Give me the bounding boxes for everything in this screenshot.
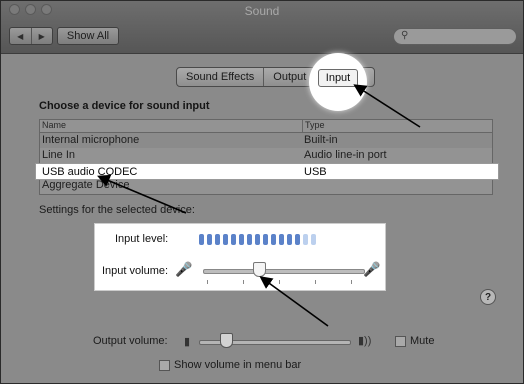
sound-preferences-window: Sound ◀ ▶ Show All ⚲ Sound Effects Outpu… [0,0,524,384]
tab-sound-effects[interactable]: Sound Effects [177,68,263,86]
show-volume-checkbox[interactable] [159,360,170,371]
input-device-heading: Choose a device for sound input [39,100,210,112]
slider-tick [279,280,280,284]
level-segment [263,234,268,245]
level-segment [231,234,236,245]
help-button[interactable]: ? [480,289,496,305]
show-all-button[interactable]: Show All [57,27,119,45]
microphone-high-icon: 🎤 [363,261,381,277]
microphone-low-icon: 🎤 [175,261,193,277]
device-name: Aggregate Device [42,179,130,191]
slider-tick [243,280,244,284]
level-segment [239,234,244,245]
input-volume-slider-track[interactable] [203,269,365,274]
level-segment [215,234,220,245]
tab-output[interactable]: Output [263,68,315,86]
input-level-label: Input level: [115,233,169,245]
table-row-selected[interactable]: USB audio CODEC USB [35,163,499,180]
level-segment [255,234,260,245]
window-title: Sound [244,4,280,18]
speaker-low-icon: ▮ [184,336,191,348]
column-type-header[interactable]: Type [302,120,325,132]
mute-checkbox[interactable] [395,336,406,347]
level-segment [199,234,204,245]
back-button[interactable]: ◀ [10,28,31,44]
column-name-header[interactable]: Name [42,120,66,130]
input-settings-panel: Input level: Input volume: 🎤 🎤 [94,223,386,291]
table-header: Name Type [40,120,492,133]
table-row[interactable]: Aggregate Device [40,178,492,193]
level-segment [287,234,292,245]
forward-button[interactable]: ▶ [30,28,53,44]
level-segment [271,234,276,245]
input-volume-slider-knob[interactable] [253,262,267,277]
level-segment [279,234,284,245]
device-type: Built-in [304,134,338,146]
level-segment [311,234,316,245]
output-volume-label: Output volume: [93,335,168,347]
device-type: USB [304,166,327,178]
slider-tick [207,280,208,284]
search-field[interactable]: ⚲ [393,28,517,45]
back-forward-control: ◀ ▶ [9,27,53,45]
speaker-high-icon: ▮)) [358,335,372,347]
level-segment [303,234,308,245]
device-name: Internal microphone [42,134,140,146]
table-row[interactable]: Line In Audio line-in port [40,148,492,163]
slider-tick [351,280,352,284]
level-segment [247,234,252,245]
show-volume-label: Show volume in menu bar [174,359,302,371]
search-icon: ⚲ [401,30,409,41]
level-segment [295,234,300,245]
level-segment [223,234,228,245]
input-device-table: Name Type Internal microphone Built-in L… [39,119,493,195]
table-row[interactable]: Internal microphone Built-in [40,133,492,148]
input-level-meter [199,234,316,245]
device-name: USB audio CODEC [42,166,138,178]
input-volume-label: Input volume: [102,265,169,277]
titlebar: Sound ◀ ▶ Show All ⚲ [1,1,523,54]
device-name: Line In [42,149,76,161]
device-type: Audio line-in port [304,149,387,161]
tab-input[interactable]: Input [318,69,358,87]
level-segment [207,234,212,245]
output-volume-slider-knob[interactable] [219,333,233,348]
mute-label: Mute [410,335,435,347]
slider-tick [315,280,316,284]
settings-label: Settings for the selected device: [39,204,195,216]
